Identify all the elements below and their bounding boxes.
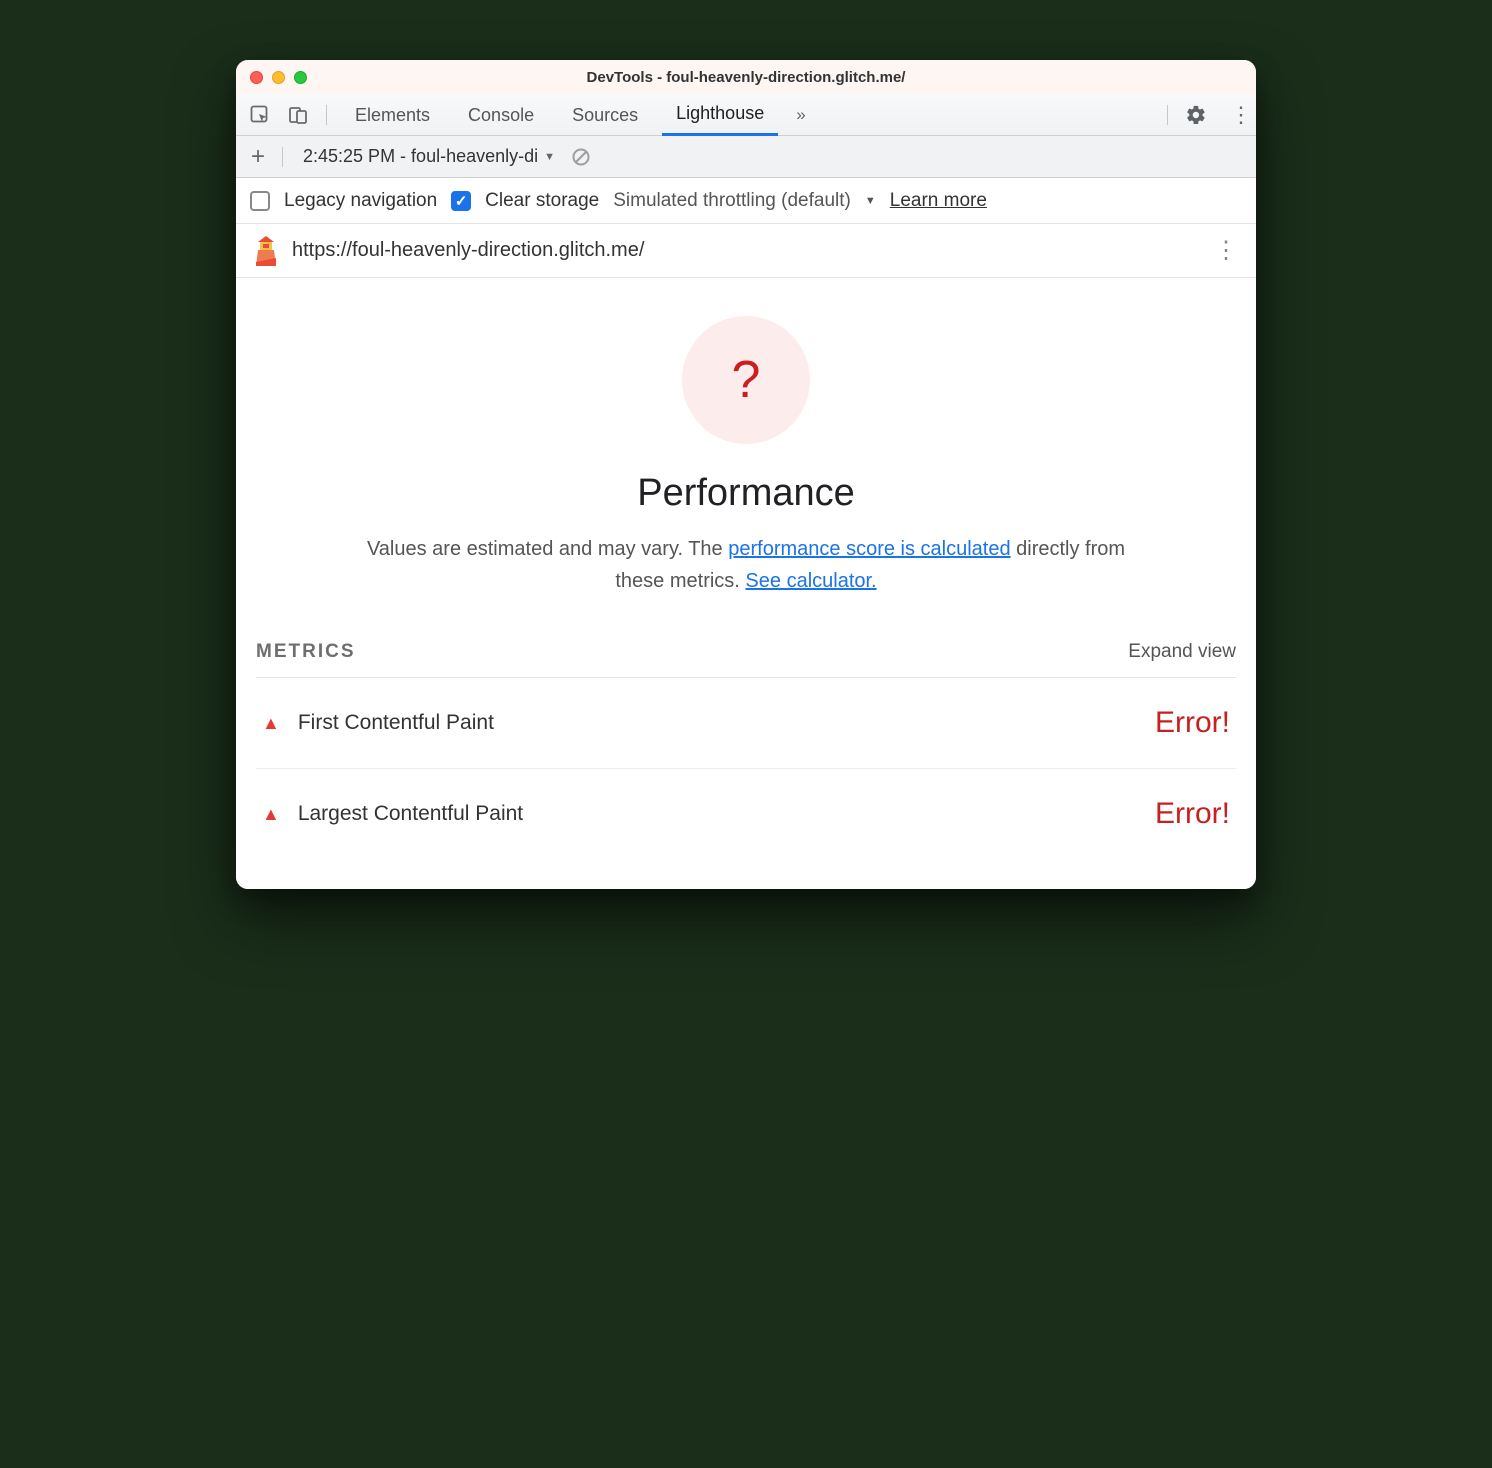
score-calc-link[interactable]: performance score is calculated — [728, 538, 1010, 560]
throttling-dropdown-icon[interactable]: ▼ — [865, 195, 876, 207]
clear-storage-label: Clear storage — [485, 190, 599, 212]
desc-text: Values are estimated and may vary. The — [367, 538, 728, 560]
more-menu-icon[interactable]: ⋮ — [1226, 102, 1256, 128]
error-triangle-icon: ▲ — [262, 713, 280, 734]
report-url-bar: https://foul-heavenly-direction.glitch.m… — [236, 224, 1256, 278]
legacy-navigation-label: Legacy navigation — [284, 190, 437, 212]
tab-lighthouse[interactable]: Lighthouse — [662, 93, 778, 136]
error-triangle-icon: ▲ — [262, 804, 280, 825]
lighthouse-icon — [254, 236, 276, 266]
metrics-heading: METRICS — [256, 641, 356, 663]
window-title: DevTools - foul-heavenly-direction.glitc… — [236, 69, 1256, 86]
divider — [326, 105, 327, 125]
tab-console[interactable]: Console — [454, 95, 548, 135]
performance-score-gauge: ? — [682, 316, 810, 444]
metric-row: ▲ Largest Contentful Paint Error! — [256, 769, 1236, 859]
learn-more-link[interactable]: Learn more — [890, 190, 987, 212]
main-tabbar: Elements Console Sources Lighthouse » ⋮ — [236, 94, 1256, 136]
clear-all-icon[interactable] — [571, 147, 591, 167]
tab-sources[interactable]: Sources — [558, 95, 652, 135]
see-calculator-link[interactable]: See calculator. — [745, 570, 876, 592]
devtools-window: DevTools - foul-heavenly-direction.glitc… — [236, 60, 1256, 889]
throttling-label: Simulated throttling (default) — [613, 190, 851, 212]
tab-elements[interactable]: Elements — [341, 95, 444, 135]
new-report-button[interactable]: + — [248, 143, 268, 171]
report-content: ? Performance Values are estimated and m… — [236, 278, 1256, 889]
metric-name: Largest Contentful Paint — [298, 802, 1137, 826]
titlebar: DevTools - foul-heavenly-direction.glitc… — [236, 60, 1256, 94]
divider — [1167, 105, 1168, 125]
lighthouse-options: Legacy navigation ✓ Clear storage Simula… — [236, 178, 1256, 224]
device-toolbar-icon[interactable] — [284, 101, 312, 129]
legacy-navigation-checkbox[interactable] — [250, 191, 270, 211]
report-selector-label: 2:45:25 PM - foul-heavenly-di — [303, 146, 538, 167]
metric-name: First Contentful Paint — [298, 711, 1137, 735]
clear-storage-checkbox[interactable]: ✓ — [451, 191, 471, 211]
report-selector[interactable]: 2:45:25 PM - foul-heavenly-di ▼ — [297, 146, 561, 167]
score-glyph: ? — [732, 350, 761, 410]
metric-value: Error! — [1155, 706, 1230, 740]
inspect-element-icon[interactable] — [246, 101, 274, 129]
performance-description: Values are estimated and may vary. The p… — [356, 533, 1136, 597]
metric-value: Error! — [1155, 797, 1230, 831]
tabs-overflow-icon[interactable]: » — [788, 105, 813, 125]
metrics-section: METRICS Expand view ▲ First Contentful P… — [236, 641, 1256, 859]
dropdown-triangle-icon: ▼ — [544, 151, 555, 163]
performance-title: Performance — [637, 472, 855, 515]
expand-view-toggle[interactable]: Expand view — [1128, 641, 1236, 663]
metric-row: ▲ First Contentful Paint Error! — [256, 678, 1236, 769]
lighthouse-toolbar: + 2:45:25 PM - foul-heavenly-di ▼ — [236, 136, 1256, 178]
divider — [282, 147, 283, 167]
report-menu-icon[interactable]: ⋮ — [1214, 236, 1238, 265]
report-url: https://foul-heavenly-direction.glitch.m… — [292, 239, 644, 262]
settings-gear-icon[interactable] — [1182, 101, 1210, 129]
